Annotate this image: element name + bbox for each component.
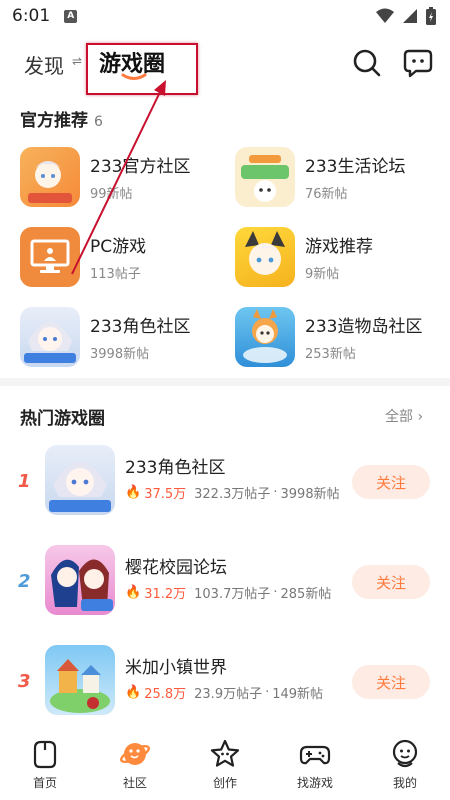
section-divider bbox=[0, 378, 450, 386]
follow-button[interactable]: 关注 bbox=[352, 465, 430, 499]
nav-find-games[interactable]: 找游戏 bbox=[270, 735, 360, 800]
dot-separator: · bbox=[273, 485, 278, 500]
nav-label: 我的 bbox=[392, 776, 417, 790]
hot-name: 233角色社区 bbox=[125, 458, 226, 478]
new-post-count: 285新帖 bbox=[280, 587, 332, 602]
community-avatar-icon bbox=[20, 147, 80, 207]
status-indicators bbox=[376, 7, 436, 25]
star-icon bbox=[210, 739, 240, 767]
nav-label: 社区 bbox=[122, 776, 147, 790]
official-name: 游戏推荐 bbox=[305, 237, 373, 257]
heat-value: 25.8万 bbox=[144, 687, 187, 702]
hot-row[interactable]: 1 233角色社区 🔥 37.5万 322.3万帖子 · 3998新帖 关注 bbox=[0, 445, 450, 525]
official-sub: 113帖子 bbox=[90, 267, 141, 282]
rank-number: 2 bbox=[18, 571, 31, 592]
status-bar: 6:01 A bbox=[0, 0, 450, 32]
official-sub: 3998新帖 bbox=[90, 347, 150, 362]
dot-separator: · bbox=[265, 685, 270, 700]
swap-icon: ⇌ bbox=[72, 54, 83, 68]
hot-name: 米加小镇世界 bbox=[125, 658, 227, 678]
heat-value: 31.2万 bbox=[144, 587, 187, 602]
official-item[interactable]: PC游戏 113帖子 bbox=[20, 225, 230, 289]
status-time: 6:01 bbox=[12, 6, 51, 26]
heat-value: 37.5万 bbox=[144, 487, 187, 502]
pc-game-icon bbox=[20, 227, 80, 287]
post-count: 23.9万帖子 bbox=[194, 687, 263, 702]
official-sub: 253新帖 bbox=[305, 347, 356, 362]
bottom-nav: 首页 社区 创作 找游戏 我的 bbox=[0, 735, 450, 800]
official-title-text: 官方推荐 bbox=[20, 111, 88, 131]
home-icon bbox=[33, 740, 57, 769]
hot-row[interactable]: 2 樱花校园论坛 🔥 31.2万 103.7万帖子 · 285新帖 关注 bbox=[0, 545, 450, 625]
message-icon[interactable] bbox=[403, 48, 433, 78]
official-name: 233角色社区 bbox=[90, 317, 191, 337]
dot-separator: · bbox=[273, 585, 278, 600]
official-sub: 99新帖 bbox=[90, 187, 133, 202]
miga-town-avatar-icon bbox=[45, 645, 115, 715]
new-post-count: 149新帖 bbox=[272, 687, 324, 702]
nav-label: 找游戏 bbox=[296, 776, 333, 790]
forum-avatar-icon bbox=[235, 147, 295, 207]
official-item[interactable]: 233官方社区 99新帖 bbox=[20, 145, 230, 209]
official-name: PC游戏 bbox=[90, 237, 147, 257]
game-recommend-avatar-icon bbox=[235, 227, 295, 287]
follow-button[interactable]: 关注 bbox=[352, 665, 430, 699]
official-count: 6 bbox=[94, 114, 103, 130]
post-count: 322.3万帖子 bbox=[194, 487, 271, 502]
character-avatar-icon bbox=[45, 445, 115, 515]
nav-label: 首页 bbox=[32, 776, 57, 790]
nav-community[interactable]: 社区 bbox=[90, 735, 180, 800]
official-sub: 9新帖 bbox=[305, 267, 340, 282]
official-name: 233生活论坛 bbox=[305, 157, 406, 177]
rank-number: 1 bbox=[18, 471, 31, 492]
hot-stats: 🔥 31.2万 103.7万帖子 · 285新帖 bbox=[125, 583, 331, 602]
fire-icon: 🔥 bbox=[125, 685, 142, 700]
search-icon[interactable] bbox=[352, 48, 382, 78]
see-all-link[interactable]: 全部 › bbox=[385, 406, 423, 426]
rank-number: 3 bbox=[18, 671, 31, 692]
top-header: 发现 ⇌ 游戏圈 bbox=[0, 38, 450, 90]
official-sub: 76新帖 bbox=[305, 187, 348, 202]
planet-icon bbox=[120, 743, 150, 765]
nav-profile[interactable]: 我的 bbox=[360, 735, 450, 800]
gamepad-icon bbox=[299, 745, 331, 765]
creation-island-avatar-icon bbox=[235, 307, 295, 367]
follow-button[interactable]: 关注 bbox=[352, 565, 430, 599]
fire-icon: 🔥 bbox=[125, 585, 142, 600]
official-item[interactable]: 游戏推荐 9新帖 bbox=[235, 225, 445, 289]
tab-active-indicator bbox=[121, 73, 147, 80]
hot-name: 樱花校园论坛 bbox=[125, 558, 227, 578]
official-item[interactable]: 233角色社区 3998新帖 bbox=[20, 305, 230, 369]
hot-section-title: 热门游戏圈 bbox=[20, 409, 105, 429]
official-section-title: 官方推荐 6 bbox=[20, 106, 103, 131]
official-item[interactable]: 233造物岛社区 253新帖 bbox=[235, 305, 445, 369]
fire-icon: 🔥 bbox=[125, 485, 142, 500]
official-name: 233造物岛社区 bbox=[305, 317, 423, 337]
nav-label: 创作 bbox=[212, 776, 237, 790]
new-post-count: 3998新帖 bbox=[280, 487, 340, 502]
battery-icon bbox=[426, 7, 436, 25]
signal-icon bbox=[403, 9, 417, 23]
hot-stats: 🔥 37.5万 322.3万帖子 · 3998新帖 bbox=[125, 483, 340, 502]
post-count: 103.7万帖子 bbox=[194, 587, 271, 602]
official-name: 233官方社区 bbox=[90, 157, 191, 177]
tab-discover[interactable]: 发现 bbox=[24, 50, 64, 79]
wifi-icon bbox=[376, 8, 394, 23]
hot-row[interactable]: 3 米加小镇世界 🔥 25.8万 23.9万帖子 · 149新帖 关注 bbox=[0, 645, 450, 725]
notification-icon: A bbox=[64, 9, 78, 23]
sakura-school-avatar-icon bbox=[45, 545, 115, 615]
official-item[interactable]: 233生活论坛 76新帖 bbox=[235, 145, 445, 209]
nav-home[interactable]: 首页 bbox=[0, 735, 90, 800]
profile-icon bbox=[392, 739, 418, 768]
hot-stats: 🔥 25.8万 23.9万帖子 · 149新帖 bbox=[125, 683, 323, 702]
character-avatar-icon bbox=[20, 307, 80, 367]
nav-create[interactable]: 创作 bbox=[180, 735, 270, 800]
